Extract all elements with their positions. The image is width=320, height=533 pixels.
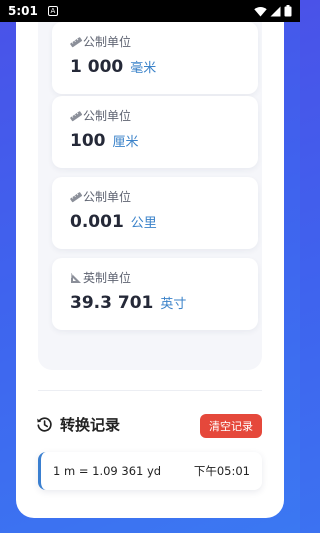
result-category-label: 公制单位: [83, 109, 132, 123]
clear-history-button[interactable]: 清空记录: [200, 414, 262, 438]
result-value: 0.001: [70, 212, 124, 232]
result-category: 公制单位: [70, 107, 131, 124]
result-category-label: 英制单位: [83, 271, 132, 285]
result-value: 39.3 701: [70, 293, 154, 313]
ruler-icon: [70, 191, 82, 202]
status-icons: [254, 5, 292, 17]
triangle-ruler-icon: [71, 272, 81, 283]
ruler-icon: [70, 36, 82, 47]
result-unit: 英寸: [160, 297, 187, 312]
status-time: 5:01: [8, 4, 38, 18]
result-unit: 毫米: [130, 61, 157, 76]
battery-icon: [284, 5, 292, 17]
result-category: 公制单位: [70, 33, 131, 50]
history-header: 转换记录: [36, 414, 120, 435]
notification-icon: A: [47, 6, 58, 16]
ruler-icon: [70, 110, 82, 121]
result-card-centimeter: 公制单位 100 厘米: [52, 96, 258, 168]
result-unit: 厘米: [112, 135, 139, 150]
result-value: 1 000: [70, 57, 124, 77]
history-title: 转换记录: [60, 416, 121, 434]
record-time: 下午05:01: [193, 464, 250, 478]
result-card-inch: 英制单位 39.3 701 英寸: [52, 258, 258, 330]
notification-letter: A: [50, 6, 56, 15]
result-category-label: 公制单位: [83, 190, 132, 204]
result-category-label: 公制单位: [83, 35, 132, 49]
record-expression: 1 m = 1.09 361 yd: [53, 464, 162, 478]
history-record[interactable]: 1 m = 1.09 361 yd 下午05:01: [38, 452, 262, 490]
section-divider: [38, 390, 262, 391]
wifi-icon: [254, 6, 267, 16]
result-unit: 公里: [130, 216, 157, 231]
results-container: 公制单位 1 000 毫米 公制单位 100 厘米 公制单位 0.001 公里 …: [38, 22, 262, 370]
status-bar: 5:01 A: [0, 0, 300, 22]
history-icon: [37, 417, 52, 432]
converter-panel: 公制单位 1 000 毫米 公制单位 100 厘米 公制单位 0.001 公里 …: [16, 22, 284, 518]
result-card-millimeter: 公制单位 1 000 毫米: [52, 22, 258, 94]
result-value: 100: [70, 131, 106, 151]
signal-icon: [270, 6, 281, 16]
result-category: 公制单位: [70, 188, 131, 205]
result-card-kilometer: 公制单位 0.001 公里: [52, 177, 258, 249]
result-category: 英制单位: [70, 269, 131, 286]
